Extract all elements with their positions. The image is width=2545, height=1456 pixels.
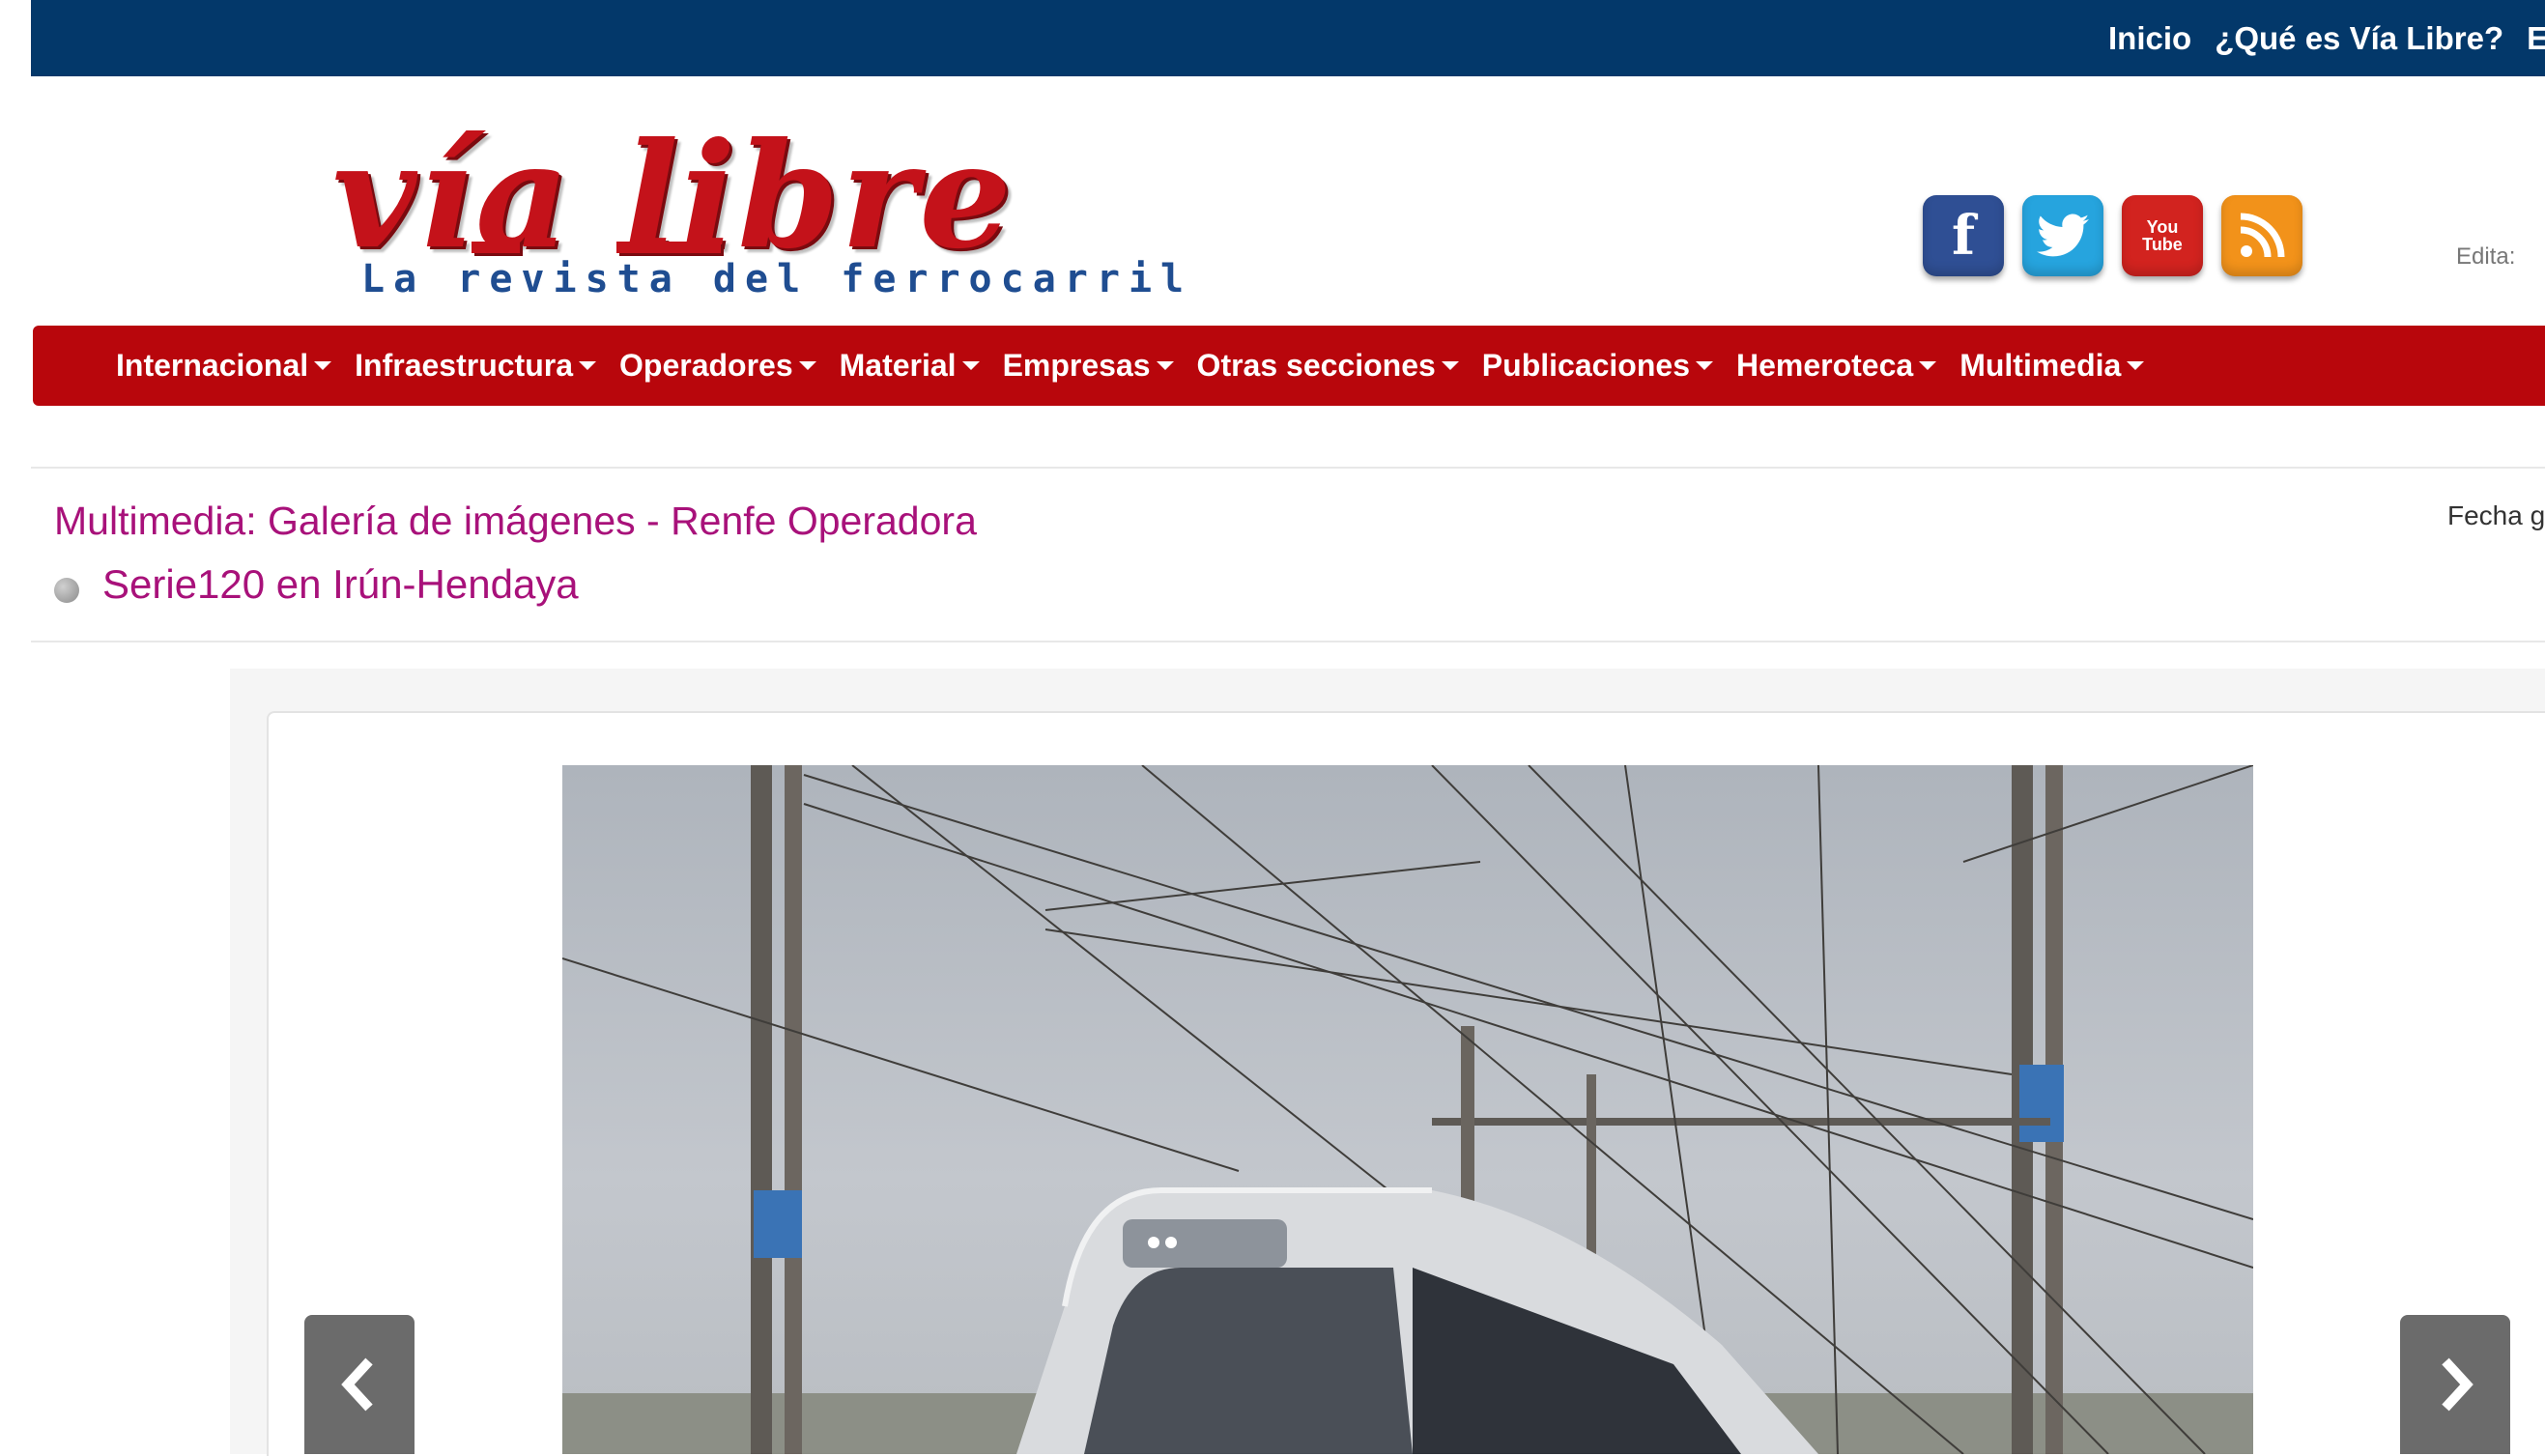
- nav-label: Empresas: [1002, 348, 1151, 383]
- divider: [31, 467, 2545, 469]
- facebook-icon[interactable]: f: [1923, 195, 2004, 276]
- fecha-label: Fecha g: [2447, 500, 2545, 530]
- logo-underline-2: [616, 242, 721, 253]
- divider-2: [31, 641, 2545, 642]
- top-utility-bar: Inicio ¿Qué es Vía Libre? Enla: [31, 0, 2545, 76]
- nav-label: Hemeroteca: [1735, 348, 1914, 383]
- nav-item-hemeroteca[interactable]: Hemeroteca: [1735, 348, 1937, 384]
- rss-icon[interactable]: [2221, 195, 2302, 276]
- nav-item-material[interactable]: Material: [840, 348, 980, 384]
- gallery-next-button[interactable]: [2400, 1315, 2510, 1454]
- twitter-icon[interactable]: [2022, 195, 2103, 276]
- logo-underline: [472, 242, 520, 253]
- nav-item-operadores[interactable]: Operadores: [619, 348, 816, 384]
- caret-down-icon: [1695, 361, 1713, 370]
- nav-item-multimedia[interactable]: Multimedia: [1959, 348, 2145, 384]
- nav-item-empresas[interactable]: Empresas: [1003, 348, 1174, 384]
- bullet-icon: [54, 578, 79, 603]
- caret-down-icon: [1156, 361, 1174, 370]
- site-logo[interactable]: vía libre La revista del ferrocarril: [327, 124, 1184, 301]
- main-navigation: Internacional Infraestructura Operadores…: [33, 326, 2545, 406]
- item-title[interactable]: Serie120 en Irún-Hendaya: [102, 561, 579, 608]
- top-links: Inicio ¿Qué es Vía Libre? Enla: [2108, 0, 2545, 76]
- chevron-left-icon: [341, 1357, 373, 1412]
- youtube-icon[interactable]: You Tube: [2122, 195, 2203, 276]
- gallery-photo[interactable]: [562, 765, 2253, 1454]
- social-links: f You Tube: [1923, 195, 2302, 276]
- chevron-right-icon: [2442, 1357, 2474, 1412]
- nav-item-infraestructura[interactable]: Infraestructura: [355, 348, 596, 384]
- nav-item-otras-secciones[interactable]: Otras secciones: [1197, 348, 1459, 384]
- edita-label: Edita:: [2456, 243, 2516, 270]
- nav-label: Operadores: [619, 348, 793, 383]
- nav-label: Otras secciones: [1196, 348, 1436, 383]
- nav-item-internacional[interactable]: Internacional: [116, 348, 332, 384]
- nav-item-publicaciones[interactable]: Publicaciones: [1482, 348, 1713, 384]
- youtube-text-you: You: [2146, 217, 2179, 237]
- logo-tagline: La revista del ferrocarril: [361, 257, 1193, 301]
- youtube-text-tube: Tube: [2142, 235, 2183, 254]
- gallery-prev-button[interactable]: [304, 1315, 415, 1454]
- caret-down-icon: [2127, 361, 2145, 370]
- section-title[interactable]: Multimedia: Galería de imágenes - Renfe …: [54, 499, 977, 544]
- caret-down-icon: [314, 361, 332, 370]
- caret-down-icon: [798, 361, 816, 370]
- nav-label: Multimedia: [1959, 348, 2122, 383]
- nav-label: Material: [839, 348, 957, 383]
- caret-down-icon: [579, 361, 596, 370]
- top-link-inicio[interactable]: Inicio: [2108, 20, 2191, 57]
- top-link-enlaces[interactable]: Enla: [2527, 20, 2545, 57]
- nav-label: Internacional: [116, 348, 309, 383]
- top-link-que-es[interactable]: ¿Qué es Vía Libre?: [2215, 20, 2503, 57]
- caret-down-icon: [961, 361, 980, 370]
- nav-label: Publicaciones: [1481, 348, 1690, 383]
- caret-down-icon: [1441, 361, 1459, 370]
- caret-down-icon: [1919, 361, 1937, 370]
- nav-label: Infraestructura: [355, 348, 573, 383]
